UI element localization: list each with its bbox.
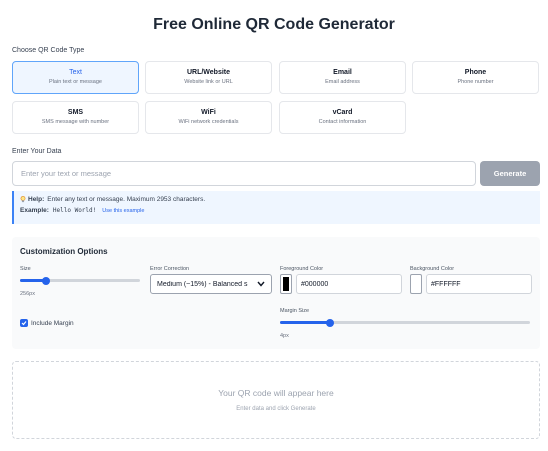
chevron-down-icon (257, 281, 265, 287)
type-name: Phone (464, 69, 487, 76)
include-margin-toggle[interactable]: Include Margin (20, 319, 74, 327)
qr-type-label: Choose QR Code Type (12, 47, 85, 54)
foreground-color-label: Foreground Color (280, 266, 324, 272)
type-wifi-button[interactable]: WiFi WiFi network credentials (145, 101, 272, 134)
generate-button[interactable]: Generate (480, 161, 540, 186)
foreground-color-fill (283, 277, 289, 291)
type-name: vCard (332, 109, 353, 116)
type-desc: Contact information (318, 119, 367, 125)
enter-data-label: Enter Your Data (12, 148, 62, 155)
customization-panel: Customization Options Size 256px Error C… (12, 237, 540, 349)
data-input[interactable] (12, 161, 476, 186)
size-value: 256px (20, 291, 35, 297)
preview-placeholder-title: Your QR code will appear here (218, 388, 334, 398)
size-slider-thumb[interactable] (42, 276, 51, 285)
type-desc: Website link or URL (184, 79, 233, 85)
include-margin-label: Include Margin (31, 319, 74, 327)
type-name: URL/Website (186, 69, 231, 76)
type-text-button[interactable]: Text Plain text or message (12, 61, 139, 94)
type-name: SMS (67, 109, 84, 116)
margin-size-label: Margin Size (280, 308, 310, 314)
use-example-link[interactable]: Use this example (102, 208, 144, 214)
include-margin-checkbox[interactable] (20, 319, 28, 327)
qr-preview-area: Your QR code will appear here Enter data… (12, 361, 540, 439)
help-box: Help: Enter any text or message. Maximum… (12, 191, 540, 224)
check-icon (21, 321, 27, 326)
preview-placeholder-subtitle: Enter data and click Generate (236, 406, 316, 412)
margin-size-value: 4px (280, 333, 289, 339)
size-slider[interactable] (20, 276, 140, 285)
background-color-input[interactable]: #FFFFFF (426, 274, 532, 294)
background-color-fill (413, 277, 419, 291)
lightbulb-icon (20, 196, 26, 203)
background-color-label: Background Color (410, 266, 455, 272)
type-desc: WiFi network credentials (178, 119, 239, 125)
type-desc: Email address (325, 79, 360, 85)
example-line: Example: Hello World! Use this example (20, 207, 534, 214)
type-desc: Phone number (457, 79, 494, 85)
error-correction-select[interactable]: Medium (~15%) - Balanced s (150, 274, 272, 294)
type-name: Email (333, 69, 352, 76)
background-color-value: #FFFFFF (431, 280, 461, 288)
type-name: Text (69, 69, 82, 76)
type-desc: SMS message with number (41, 119, 110, 125)
page-title: Free Online QR Code Generator (153, 16, 395, 33)
example-value: Hello World! (52, 207, 97, 214)
help-line: Help: Enter any text or message. Maximum… (20, 196, 534, 203)
margin-slider-thumb[interactable] (326, 318, 334, 327)
type-desc: Plain text or message (49, 79, 102, 85)
type-email-button[interactable]: Email Email address (279, 61, 406, 94)
margin-slider-fill (280, 321, 330, 324)
error-correction-label: Error Correction (150, 266, 190, 272)
type-sms-button[interactable]: SMS SMS message with number (12, 101, 139, 134)
foreground-color-value: #000000 (301, 280, 329, 288)
type-phone-button[interactable]: Phone Phone number (412, 61, 539, 94)
size-label: Size (20, 266, 31, 272)
type-name: WiFi (201, 109, 216, 116)
margin-slider[interactable] (280, 318, 530, 327)
help-label: Help: (28, 196, 45, 203)
background-color-swatch[interactable] (410, 274, 422, 294)
type-vcard-button[interactable]: vCard Contact information (279, 101, 406, 134)
help-text: Enter any text or message. Maximum 2953 … (47, 196, 206, 203)
foreground-color-swatch[interactable] (280, 274, 292, 294)
type-url-button[interactable]: URL/Website Website link or URL (145, 61, 272, 94)
example-label: Example: (20, 207, 49, 214)
customization-title: Customization Options (20, 247, 108, 256)
foreground-color-input[interactable]: #000000 (296, 274, 402, 294)
error-correction-value: Medium (~15%) - Balanced s (157, 280, 248, 288)
